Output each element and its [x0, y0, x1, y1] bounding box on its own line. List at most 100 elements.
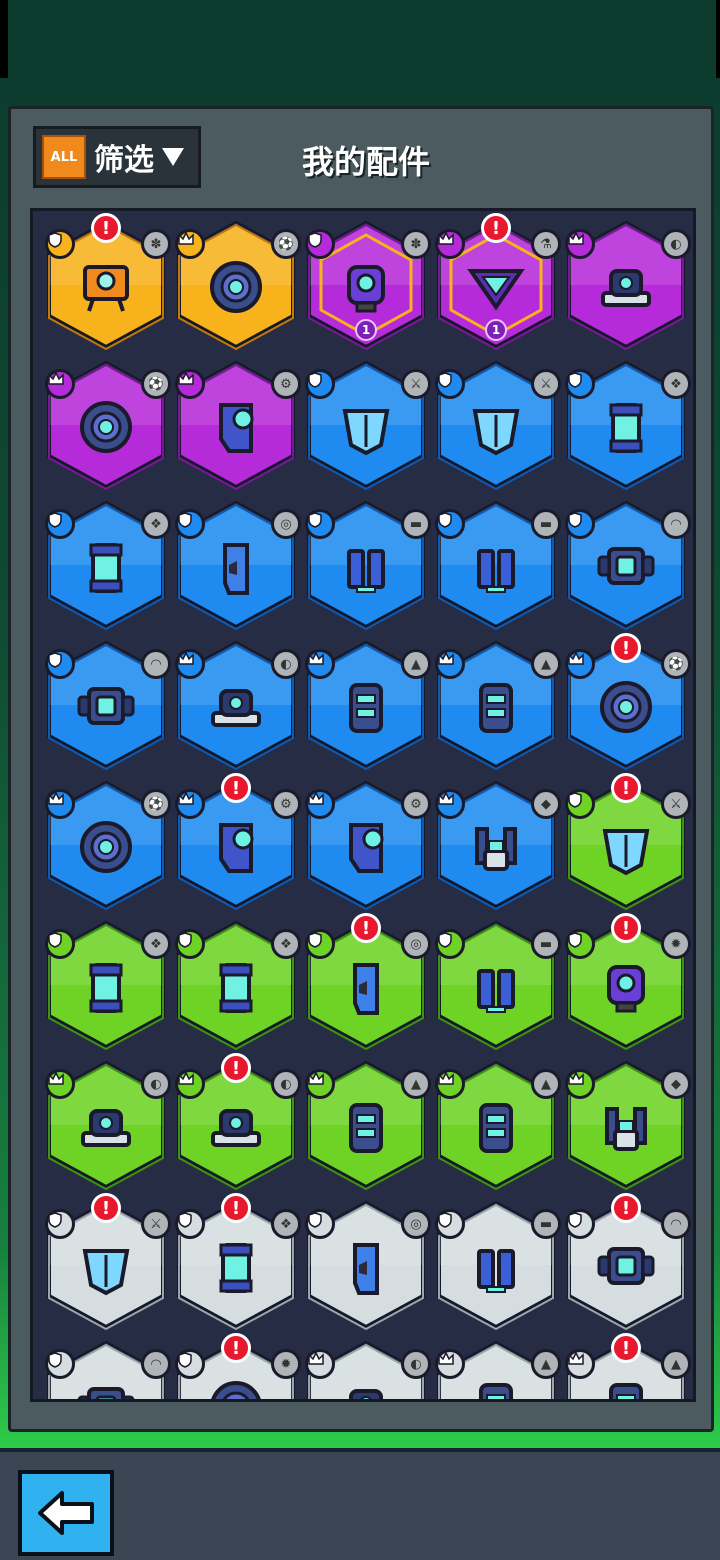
- ball-icon: ⚽: [661, 649, 691, 679]
- part-card[interactable]: ⚽: [171, 215, 301, 355]
- part-card[interactable]: ⚽: [41, 775, 171, 915]
- crown-icon: [305, 1069, 335, 1099]
- part-card[interactable]: ▬: [301, 495, 431, 635]
- level-badge: 1: [485, 319, 507, 341]
- filter-button[interactable]: ALL 筛选: [33, 126, 201, 188]
- net-icon: ❖: [271, 1209, 301, 1239]
- rock-icon: ◆: [661, 1069, 691, 1099]
- parts-grid[interactable]: ✽! ⚽ ✽ 1 ⚗! 1 ◐ ⚽ ⚙ ⚔ ⚔ ❖ ❖ ◎ ▬ ▬ ◠ ◠ ◐ …: [30, 208, 696, 1402]
- shell-icon: ◐: [661, 229, 691, 259]
- part-card[interactable]: ▲!: [561, 1333, 691, 1399]
- part-card[interactable]: ⚽!: [561, 633, 691, 775]
- part-card[interactable]: ▲: [301, 1055, 431, 1195]
- part-card[interactable]: ◐: [41, 1055, 171, 1195]
- crown-icon: [435, 229, 465, 259]
- part-card[interactable]: ◐: [171, 635, 301, 775]
- filter-label: 筛选: [94, 143, 154, 178]
- part-card[interactable]: ◠!: [561, 1193, 691, 1335]
- crown-icon: [435, 789, 465, 819]
- top-bar: [0, 0, 720, 78]
- shield-icon: [305, 1209, 335, 1239]
- alert-icon: !: [221, 1333, 251, 1363]
- part-card[interactable]: ◐!: [171, 1053, 301, 1195]
- crown-icon: [435, 649, 465, 679]
- cone-icon: ▲: [661, 1349, 691, 1379]
- part-card[interactable]: ✽ 1: [301, 215, 431, 355]
- blade-icon: ⚔: [661, 789, 691, 819]
- top-bar-edge-left: [0, 0, 8, 78]
- part-card[interactable]: ◆: [431, 775, 561, 915]
- net-icon: ❖: [271, 929, 301, 959]
- part-card[interactable]: ⚔: [301, 355, 431, 495]
- part-card[interactable]: ❖: [171, 915, 301, 1055]
- shield-icon: [175, 1209, 205, 1239]
- back-button[interactable]: [18, 1470, 114, 1556]
- shield-icon: [45, 649, 75, 679]
- alert-icon: !: [611, 633, 641, 663]
- part-card[interactable]: ✹!: [171, 1333, 301, 1399]
- part-card[interactable]: ✹!: [561, 913, 691, 1055]
- part-card[interactable]: ▬: [431, 495, 561, 635]
- cone-icon: ▲: [401, 649, 431, 679]
- shield-icon: [305, 229, 335, 259]
- part-card[interactable]: ◠: [41, 1335, 171, 1399]
- gear-icon: ⚙: [401, 789, 431, 819]
- part-card[interactable]: ◎: [171, 495, 301, 635]
- crown-icon: [305, 1349, 335, 1379]
- alert-icon: !: [221, 773, 251, 803]
- cone-icon: ▲: [401, 1069, 431, 1099]
- part-card[interactable]: ◆: [561, 1055, 691, 1195]
- part-card[interactable]: ◐: [561, 215, 691, 355]
- ball-icon: ⚽: [141, 369, 171, 399]
- part-card[interactable]: ▲: [431, 1055, 561, 1195]
- part-card[interactable]: ◐: [301, 1335, 431, 1399]
- dome-icon: ◠: [141, 1349, 171, 1379]
- part-card[interactable]: ◠: [41, 635, 171, 775]
- shield-icon: [45, 1349, 75, 1379]
- part-card[interactable]: ▲: [431, 635, 561, 775]
- spiral-icon: ◎: [271, 509, 301, 539]
- part-card[interactable]: ◎: [301, 1195, 431, 1335]
- part-card[interactable]: ✽!: [41, 213, 171, 355]
- shield-icon: [565, 509, 595, 539]
- shield-icon: [45, 929, 75, 959]
- net-icon: ❖: [141, 929, 171, 959]
- part-card[interactable]: ❖: [41, 915, 171, 1055]
- part-card[interactable]: ▬: [431, 1195, 561, 1335]
- part-card[interactable]: ⚙!: [171, 773, 301, 915]
- crown-icon: [175, 649, 205, 679]
- part-card[interactable]: ❖: [561, 355, 691, 495]
- shield-icon: [305, 369, 335, 399]
- dome-icon: ◠: [141, 649, 171, 679]
- part-card[interactable]: ⚔!: [41, 1193, 171, 1335]
- shield-icon: [435, 509, 465, 539]
- alert-icon: !: [91, 213, 121, 243]
- part-card[interactable]: ◠: [561, 495, 691, 635]
- shell-icon: ◐: [401, 1349, 431, 1379]
- part-card[interactable]: ▲: [301, 635, 431, 775]
- alert-icon: !: [481, 213, 511, 243]
- part-card[interactable]: ❖: [41, 495, 171, 635]
- dome-icon: ◠: [661, 1209, 691, 1239]
- part-card[interactable]: ⚽: [41, 355, 171, 495]
- parts-panel: ALL 筛选 我的配件 ✽! ⚽ ✽ 1 ⚗! 1 ◐ ⚽ ⚙ ⚔ ⚔ ❖ ❖ …: [8, 106, 714, 1432]
- part-card[interactable]: ▬: [431, 915, 561, 1055]
- net-icon: ❖: [661, 369, 691, 399]
- part-card[interactable]: ⚙: [171, 355, 301, 495]
- part-card[interactable]: ❖!: [171, 1193, 301, 1335]
- shield-icon: [565, 1209, 595, 1239]
- arrow-left-icon: [38, 1491, 94, 1535]
- part-card[interactable]: ◎!: [301, 913, 431, 1055]
- shell-icon: ◐: [271, 1069, 301, 1099]
- part-card[interactable]: ⚔!: [561, 773, 691, 915]
- part-card[interactable]: ⚗! 1: [431, 213, 561, 355]
- level-badge: 1: [355, 319, 377, 341]
- shield-icon: [175, 509, 205, 539]
- part-card[interactable]: ▲: [431, 1335, 561, 1399]
- shell-icon: ◐: [141, 1069, 171, 1099]
- shell-icon: ◐: [271, 649, 301, 679]
- part-card[interactable]: ⚔: [431, 355, 561, 495]
- part-card[interactable]: ⚙: [301, 775, 431, 915]
- crown-icon: [435, 1069, 465, 1099]
- brick-icon: ▬: [401, 509, 431, 539]
